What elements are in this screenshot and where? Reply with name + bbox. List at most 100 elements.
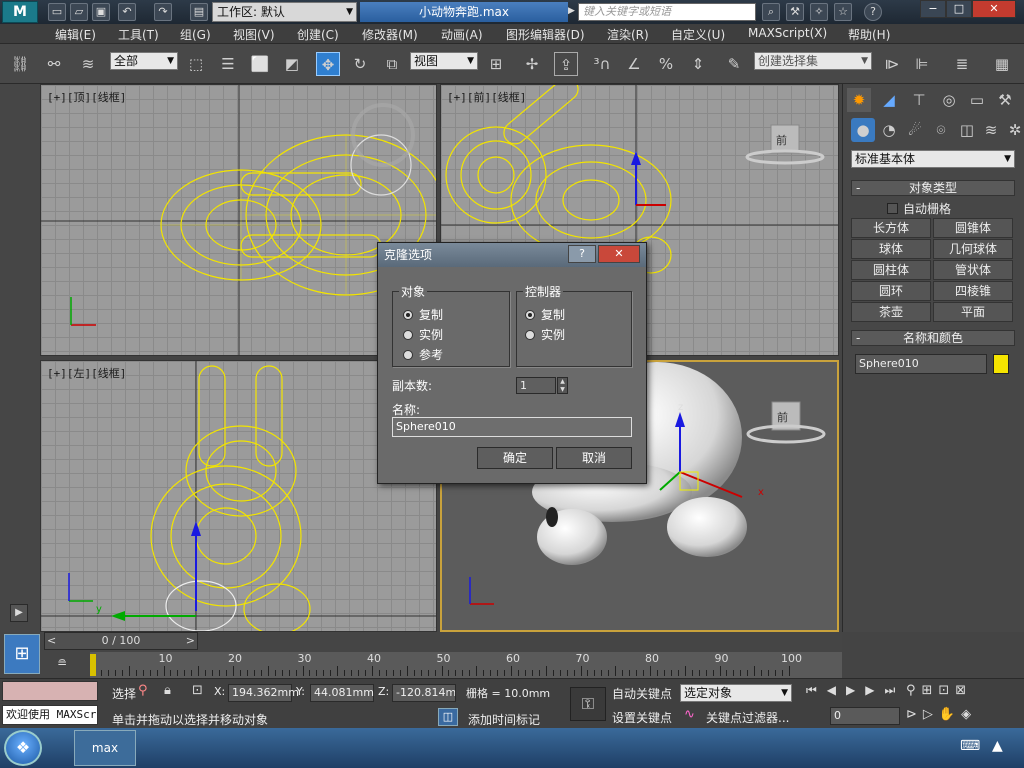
box-button[interactable]: 长方体 [851,218,931,238]
category-dropdown[interactable]: 标准基本体 ▼ [851,150,1015,168]
menu-group[interactable]: 组(G) [180,26,211,43]
add-time-tag-label[interactable]: 添加时间标记 [468,711,540,728]
z-coord-field[interactable]: -120.814mm [392,684,456,702]
menu-rendering[interactable]: 渲染(R) [607,26,649,43]
pivot-center-icon[interactable]: ⊞ [484,52,508,76]
shapes-icon[interactable]: ◔ [877,118,901,142]
object-name-input[interactable]: Sphere010 [855,354,987,374]
app-logo-icon[interactable]: M [2,1,38,23]
spacewarps-icon[interactable]: ≋ [979,118,1003,142]
keyboard-shortcut-override-icon[interactable]: ⇪ [554,52,578,76]
workspace-dropdown[interactable]: 工作区: 默认 ▼ [212,2,357,22]
search-input[interactable]: 键入关键字或短语 [578,3,756,21]
spinner-snap-icon[interactable]: ⇕ [686,52,710,76]
graphite-toolset-icon[interactable]: ▦ [990,52,1014,76]
controller-instance-radio[interactable]: 实例 [525,326,565,343]
torus-button[interactable]: 圆环 [851,281,931,301]
utilities-tab-icon[interactable]: ⚒ [993,88,1017,112]
dialog-help-button[interactable]: ? [568,245,596,263]
menu-view[interactable]: 视图(V) [233,26,275,43]
display-tab-icon[interactable]: ▭ [965,88,989,112]
lights-icon[interactable]: ☄ [903,118,927,142]
systems-icon[interactable]: ✲ [1003,118,1024,142]
mini-curve-editor-icon[interactable]: ≘ [52,656,72,674]
minimize-button[interactable]: − [920,0,946,18]
keyboard-tray-icon[interactable]: ⌨ [960,738,980,754]
menu-create[interactable]: 创建(C) [297,26,339,43]
link-icon[interactable]: ⛓ [8,52,32,76]
tools-icon[interactable]: ⚒ [786,3,804,21]
viewport-nav-controls-top[interactable]: ⚲⊞⊡⊠ [906,683,972,698]
redo-icon[interactable]: ↷ [154,3,172,21]
angle-snap-icon[interactable]: ∠ [622,52,646,76]
hierarchy-tab-icon[interactable]: ⊤ [907,88,931,112]
auto-key-button[interactable]: 自动关键点 [612,685,672,702]
modify-tab-icon[interactable]: ◢ [877,88,901,112]
set-key-button[interactable]: 设置关键点 [612,709,672,726]
isolate-selection-icon[interactable]: ⚲ [138,683,148,698]
expand-panel-icon[interactable]: ▶ [10,604,28,622]
absolute-mode-icon[interactable]: ⊡ [192,683,203,698]
viewport-top-label[interactable]: [+][顶][线框] [47,89,126,105]
viewport-layout-icon[interactable]: ⊞ [4,634,40,674]
copies-input[interactable]: 1 [516,377,556,394]
y-coord-field[interactable]: 44.081mm [310,684,374,702]
selection-filter-dropdown[interactable]: 全部 ▼ [110,52,178,70]
viewport-left-label[interactable]: [+][左][线框] [47,365,126,381]
teapot-button[interactable]: 茶壶 [851,302,931,322]
undo-icon[interactable]: ↶ [118,3,136,21]
cancel-button[interactable]: 取消 [556,447,632,469]
object-type-rollout[interactable]: - 对象类型 [851,180,1015,196]
menu-graph-editors[interactable]: 图形编辑器(D) [506,26,585,43]
close-window-button[interactable]: ✕ [972,0,1016,18]
window-crossing-icon[interactable]: ◩ [280,52,304,76]
ok-button[interactable]: 确定 [477,447,553,469]
rectangular-selection-icon[interactable]: ⬜ [248,52,272,76]
viewport-nav-controls-bottom[interactable]: ⊳▷✋◈ [906,707,977,722]
playback-controls[interactable]: ⏮◀▶▶⏭ [806,683,905,698]
object-instance-radio[interactable]: 实例 [403,326,443,343]
cylinder-button[interactable]: 圆柱体 [851,260,931,280]
snaps-toggle-icon[interactable]: ³∩ [590,52,614,76]
menu-help[interactable]: 帮助(H) [848,26,890,43]
taskbar-3dsmax-icon[interactable]: max [74,730,136,766]
mirror-icon[interactable]: ⧐ [880,52,904,76]
menu-edit[interactable]: 编辑(E) [55,26,96,43]
geometry-icon[interactable]: ● [851,118,875,142]
maxscript-listener-pink[interactable] [2,681,98,701]
manipulate-icon[interactable]: ✢ [520,52,544,76]
select-object-icon[interactable]: ⬚ [184,52,208,76]
select-and-move-icon[interactable]: ✥ [316,52,340,76]
menu-tools[interactable]: 工具(T) [118,26,159,43]
motion-tab-icon[interactable]: ◎ [937,88,961,112]
pyramid-button[interactable]: 四棱锥 [933,281,1013,301]
named-selection-dropdown[interactable]: 创建选择集 ▼ [754,52,872,70]
help-icon[interactable]: ? [864,3,882,21]
key-filters-button[interactable]: 关键点过滤器... [706,709,789,726]
maximize-button[interactable]: □ [946,0,972,18]
current-frame-field[interactable]: 0 [830,707,900,725]
dialog-close-button[interactable]: ✕ [598,245,640,263]
menu-animation[interactable]: 动画(A) [441,26,483,43]
persp-viewcube-label[interactable]: 前 [777,409,788,425]
viewport-front-label[interactable]: [+][前][线框] [447,89,526,105]
name-color-rollout[interactable]: - 名称和颜色 [851,330,1015,346]
front-viewcube-label[interactable]: 前 [776,132,787,148]
tube-button[interactable]: 管状体 [933,260,1013,280]
time-marker[interactable] [90,654,96,676]
clone-name-input[interactable]: Sphere010 [392,417,632,437]
favorites-star-icon[interactable]: ☆ [834,3,852,21]
time-prev-button[interactable]: < [47,633,56,649]
layer-manager-icon[interactable]: ≣ [950,52,974,76]
helpers-icon[interactable]: ◫ [955,118,979,142]
x-coord-field[interactable]: 194.362mm [228,684,299,702]
object-color-swatch[interactable] [993,354,1009,374]
set-key-icon[interactable]: ⚿ [570,687,606,721]
select-and-scale-icon[interactable]: ⧉ [380,52,404,76]
cameras-icon[interactable]: ⌾ [929,118,953,142]
sphere-button[interactable]: 球体 [851,239,931,259]
binoculars-icon[interactable]: ⌕ [762,3,780,21]
object-reference-radio[interactable]: 参考 [403,346,443,363]
save-file-icon[interactable]: ▣ [92,3,110,21]
search-expand-icon[interactable]: ▶ [568,6,575,16]
